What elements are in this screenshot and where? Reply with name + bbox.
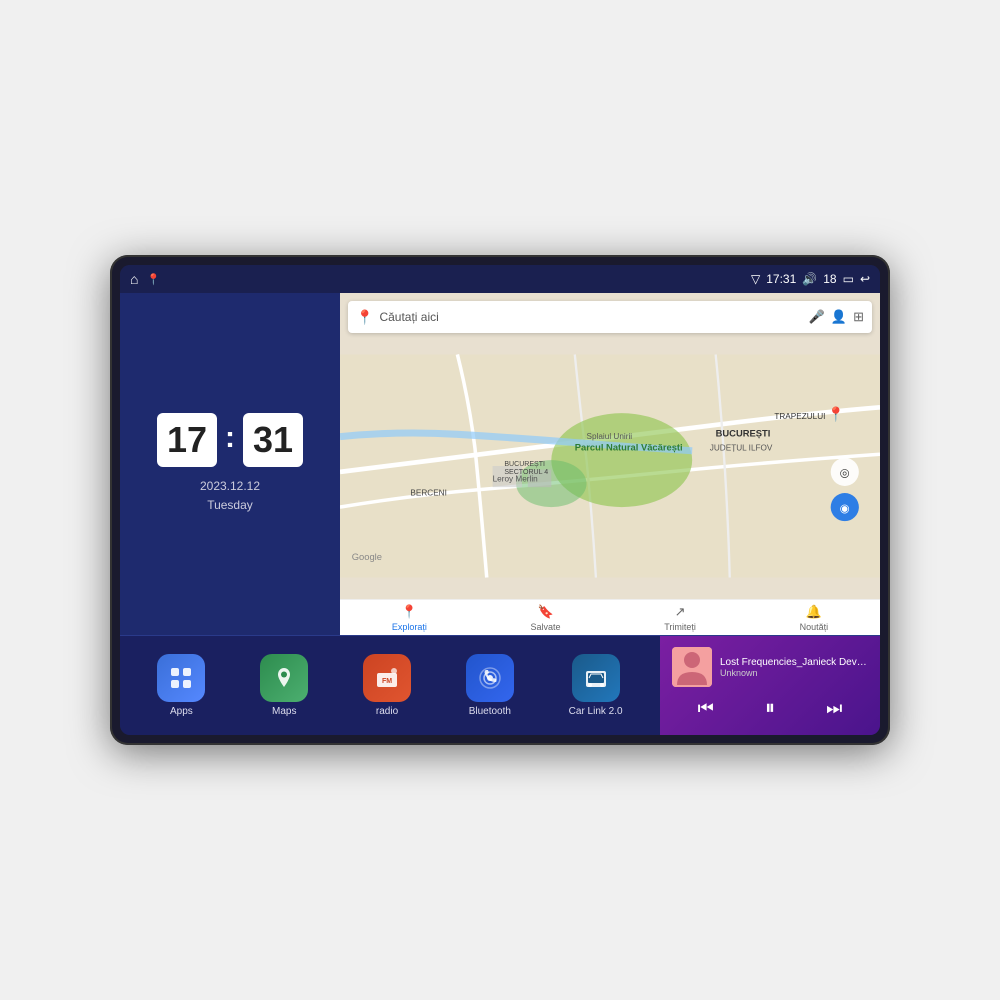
map-background: Parcul Natural Văcărești Leroy Merlin BU… bbox=[340, 333, 880, 599]
clock-hour: 17 bbox=[157, 413, 217, 467]
bluetooth-label: Bluetooth bbox=[469, 706, 511, 717]
svg-text:◉: ◉ bbox=[840, 502, 850, 515]
carlink-label: Car Link 2.0 bbox=[569, 706, 623, 717]
bluetooth-icon bbox=[466, 654, 514, 702]
clock-panel: 17 : 31 2023.12.12 Tuesday bbox=[120, 293, 340, 635]
maps-nav-icon[interactable]: 📍 bbox=[146, 273, 160, 286]
apps-label: Apps bbox=[170, 706, 193, 717]
signal-icon: ▽ bbox=[751, 272, 760, 286]
svg-text:📍: 📍 bbox=[827, 406, 845, 423]
salvate-icon: 🔖 bbox=[537, 604, 553, 620]
status-bar: ⌂ 📍 ▽ 17:31 🔊 18 ▭ ↩ bbox=[120, 265, 880, 293]
music-title: Lost Frequencies_Janieck Devy-... bbox=[720, 657, 868, 668]
svg-text:Google: Google bbox=[352, 551, 382, 562]
time-display: 17:31 bbox=[766, 272, 796, 286]
top-section: 17 : 31 2023.12.12 Tuesday 📍 Căutați aic… bbox=[120, 293, 880, 635]
music-text: Lost Frequencies_Janieck Devy-... Unknow… bbox=[720, 657, 868, 678]
app-item-radio[interactable]: FM radio bbox=[363, 654, 411, 717]
svg-text:BUCUREȘTI: BUCUREȘTI bbox=[716, 428, 771, 439]
music-thumb-art bbox=[672, 647, 712, 687]
svg-text:TRAPEZULUI: TRAPEZULUI bbox=[774, 412, 825, 421]
map-svg: Parcul Natural Văcărești Leroy Merlin BU… bbox=[340, 333, 880, 599]
app-item-bluetooth[interactable]: Bluetooth bbox=[466, 654, 514, 717]
svg-text:SECTORUL 4: SECTORUL 4 bbox=[504, 469, 548, 476]
map-nav-noutati[interactable]: 🔔 Noutăți bbox=[800, 604, 829, 632]
clock-date: 2023.12.12 Tuesday bbox=[200, 477, 260, 515]
svg-text:JUDEȚUL ILFOV: JUDEȚUL ILFOV bbox=[710, 444, 773, 453]
carlink-icon bbox=[572, 654, 620, 702]
battery-icon: ▭ bbox=[843, 272, 854, 286]
apps-bar: Apps Maps bbox=[120, 636, 660, 735]
svg-text:FM: FM bbox=[382, 678, 392, 685]
trimiteti-icon: ↗ bbox=[675, 604, 686, 620]
noutati-icon: 🔔 bbox=[806, 604, 822, 620]
svg-text:Parcul Natural Văcărești: Parcul Natural Văcărești bbox=[575, 442, 683, 453]
map-search-text[interactable]: Căutați aici bbox=[379, 310, 802, 324]
music-panel: Lost Frequencies_Janieck Devy-... Unknow… bbox=[660, 636, 880, 735]
clock-colon: : bbox=[225, 421, 235, 455]
radio-icon: FM bbox=[363, 654, 411, 702]
map-search-icons: 🎤 👤 ⊞ bbox=[809, 309, 864, 325]
main-content: 17 : 31 2023.12.12 Tuesday 📍 Căutați aic… bbox=[120, 293, 880, 735]
map-pin-icon: 📍 bbox=[356, 309, 373, 326]
music-artist: Unknown bbox=[720, 668, 868, 678]
app-item-carlink[interactable]: Car Link 2.0 bbox=[569, 654, 623, 717]
map-nav-salvate[interactable]: 🔖 Salvate bbox=[531, 604, 561, 632]
layers-icon[interactable]: ⊞ bbox=[853, 309, 864, 325]
map-search-bar[interactable]: 📍 Căutați aici 🎤 👤 ⊞ bbox=[348, 301, 872, 333]
app-item-apps[interactable]: Apps bbox=[157, 654, 205, 717]
music-prev-button[interactable]: ⏮ bbox=[694, 694, 718, 723]
radio-label: radio bbox=[376, 706, 398, 717]
apps-icon bbox=[157, 654, 205, 702]
map-nav-explorati[interactable]: 📍 Explorați bbox=[392, 604, 427, 632]
svg-text:Splaiul Unirii: Splaiul Unirii bbox=[587, 432, 633, 441]
explorati-icon: 📍 bbox=[401, 604, 417, 620]
music-controls: ⏮ ⏸ ⏭ bbox=[672, 693, 868, 724]
app-item-maps[interactable]: Maps bbox=[260, 654, 308, 717]
car-display-device: ⌂ 📍 ▽ 17:31 🔊 18 ▭ ↩ 17 : bbox=[110, 255, 890, 745]
map-nav-trimiteti[interactable]: ↗ Trimiteți bbox=[664, 604, 696, 632]
volume-icon: 🔊 bbox=[802, 272, 817, 286]
svg-text:◎: ◎ bbox=[840, 467, 850, 480]
svg-text:BUCUREȘTI: BUCUREȘTI bbox=[504, 461, 545, 468]
status-left: ⌂ 📍 bbox=[130, 271, 160, 287]
home-icon[interactable]: ⌂ bbox=[130, 271, 138, 287]
clock-display: 17 : 31 bbox=[157, 413, 303, 467]
music-next-button[interactable]: ⏭ bbox=[822, 694, 846, 723]
map-bottom-bar: 📍 Explorați 🔖 Salvate ↗ Trimiteți 🔔 bbox=[340, 599, 880, 635]
bottom-section: Apps Maps bbox=[120, 635, 880, 735]
maps-icon bbox=[260, 654, 308, 702]
screen: ⌂ 📍 ▽ 17:31 🔊 18 ▭ ↩ 17 : bbox=[120, 265, 880, 735]
back-icon[interactable]: ↩ bbox=[860, 272, 870, 286]
music-play-button[interactable]: ⏸ bbox=[761, 693, 779, 724]
account-icon[interactable]: 👤 bbox=[831, 309, 847, 325]
svg-text:BERCENI: BERCENI bbox=[410, 488, 446, 497]
status-right: ▽ 17:31 🔊 18 ▭ ↩ bbox=[751, 272, 870, 286]
map-panel[interactable]: 📍 Căutați aici 🎤 👤 ⊞ bbox=[340, 293, 880, 635]
maps-label: Maps bbox=[272, 706, 296, 717]
battery-level: 18 bbox=[823, 272, 836, 286]
mic-icon[interactable]: 🎤 bbox=[809, 309, 825, 325]
music-info: Lost Frequencies_Janieck Devy-... Unknow… bbox=[672, 647, 868, 687]
music-thumbnail bbox=[672, 647, 712, 687]
clock-minute: 31 bbox=[243, 413, 303, 467]
